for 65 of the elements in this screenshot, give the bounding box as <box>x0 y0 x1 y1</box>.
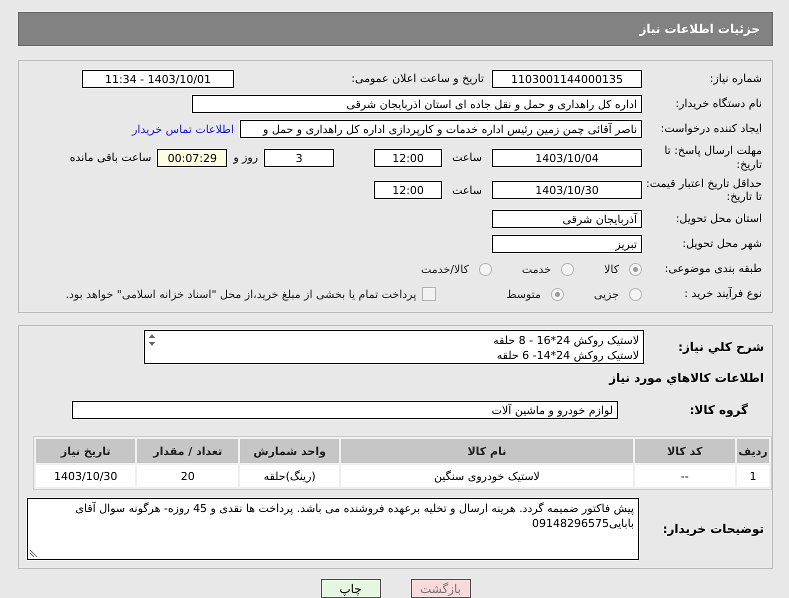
table-cell: -- <box>634 465 736 487</box>
table-cell: (رینگ)حلقه <box>240 465 340 487</box>
field-label: ایجاد کننده درخواست: <box>660 122 762 136</box>
field-label: نام دستگاه خریدار: <box>674 97 762 111</box>
checkbox[interactable] <box>422 287 436 301</box>
print-button[interactable]: چاپ <box>320 579 380 598</box>
radio-button[interactable] <box>561 262 574 276</box>
column-header: تاریخ نیاز <box>36 439 136 463</box>
radio-button[interactable] <box>550 288 564 300</box>
deadline-time-field[interactable]: 12:00 <box>374 148 442 167</box>
contact-link[interactable]: اطلاعات تماس خریدار <box>132 122 234 136</box>
field-label: شرح کلي نياز: <box>677 340 765 354</box>
validity-date-field[interactable]: 1403/10/30 <box>492 181 642 200</box>
column-header: نام کالا <box>341 439 633 463</box>
deadline-date-field[interactable]: 1403/10/04 <box>492 148 642 167</box>
days-field[interactable]: 3 <box>264 148 334 167</box>
time-label: ساعت <box>452 184 482 197</box>
table-cell: 1403/10/30 <box>36 465 136 487</box>
field-label: گروه کالا: <box>688 402 749 418</box>
field-label: مهلت ارسال پاسخ: تا تاریخ: <box>663 144 762 172</box>
column-header: ردیف <box>737 439 769 463</box>
notes-text: پیش فاکتور ضمیمه گردد. هرینه ارسال و تخلیه برعهده فروشنده می باشد. پرداخت ها نقدی و 45 روزه- هرگونه سوال آقای بابایی09148296575 <box>74 501 634 531</box>
option-label: خدمت <box>522 262 552 276</box>
field-label: استان محل تحویل: <box>674 212 762 226</box>
description-line: لاستیک روکش 24*14- 6 حلقه <box>496 348 639 363</box>
field-label: نوع فرآیند خرید : <box>683 287 762 301</box>
radio-button[interactable] <box>629 288 642 300</box>
field-label: شماره نیاز: <box>708 72 762 86</box>
scroll-arrows-icon <box>147 333 157 347</box>
checkbox-label: پرداخت تمام یا بخشی از مبلغ خرید،از محل "اسناد خزانه اسلامی" خواهد بود. <box>66 288 416 300</box>
column-header: کد کالا <box>634 439 736 463</box>
time-label: ساعت <box>452 151 482 164</box>
option-label: کالا <box>604 262 619 276</box>
field-label: شهر محل تحویل: <box>681 237 762 251</box>
remaining-label: ساعت باقی مانده <box>70 151 152 164</box>
description-field[interactable]: لاستیک روکش 24*16 - 8 حلقه لاستیک روکش 24*14- 6 حلقه <box>144 330 644 364</box>
days-label: روز و <box>233 151 258 164</box>
option-label: متوسط <box>506 288 541 300</box>
requester-field[interactable]: ناصر آقائی چمن زمین رئیس اداره خدمات و کارپردازی اداره کل راهداری و حمل و <box>240 120 642 138</box>
column-header: تعداد / مقدار <box>137 439 238 463</box>
city-field[interactable]: تبریز <box>492 235 642 253</box>
buyer-org-field[interactable]: اداره کل راهداری و حمل و نقل جاده ای استان اذربایجان شرقی <box>192 95 642 113</box>
remaining-time-field[interactable]: 00:07:29 <box>157 148 228 167</box>
option-label: جزیی <box>594 288 619 300</box>
field-label: توضیحات خریدار: <box>662 521 765 537</box>
announce-date-field[interactable]: 1403/10/01 - 11:34 <box>82 70 234 88</box>
goods-group-field[interactable]: لوازم خودرو و ماشین آلات <box>72 401 618 419</box>
option-label: کالا/خدمت <box>421 262 469 276</box>
column-header: واحد شمارش <box>240 439 340 463</box>
need-number-field[interactable]: 1103001144000135 <box>492 70 642 88</box>
buyer-notes-field[interactable]: پیش فاکتور ضمیمه گردد. هرینه ارسال و تخلیه برعهده فروشنده می باشد. پرداخت ها نقدی و 45 روزه- هرگونه سوال آقای بابایی09148296575 <box>27 498 639 560</box>
validity-time-field[interactable]: 12:00 <box>374 181 442 200</box>
section-title: اطلاعات کالاهاي مورد نياز <box>608 370 765 386</box>
field-label: تاریخ و ساعت اعلان عمومی: <box>350 72 485 86</box>
table-cell: لاستیک خودروی سنگین <box>341 465 633 487</box>
description-line: لاستیک روکش 24*16 - 8 حلقه <box>492 333 639 348</box>
table-cell: 20 <box>137 465 238 487</box>
page-title: جزئیات اطلاعات نیاز <box>18 12 773 46</box>
province-field[interactable]: آذربایجان شرقی <box>492 210 642 228</box>
radio-button[interactable] <box>629 262 642 276</box>
radio-button[interactable] <box>478 262 492 276</box>
field-label: حداقل تاریخ اعتبار قیمت: تا تاریخ: <box>645 176 762 204</box>
field-label: طبقه بندی موضوعی: <box>664 262 762 276</box>
resize-grip-icon <box>30 549 38 557</box>
table-cell: 1 <box>737 465 769 487</box>
